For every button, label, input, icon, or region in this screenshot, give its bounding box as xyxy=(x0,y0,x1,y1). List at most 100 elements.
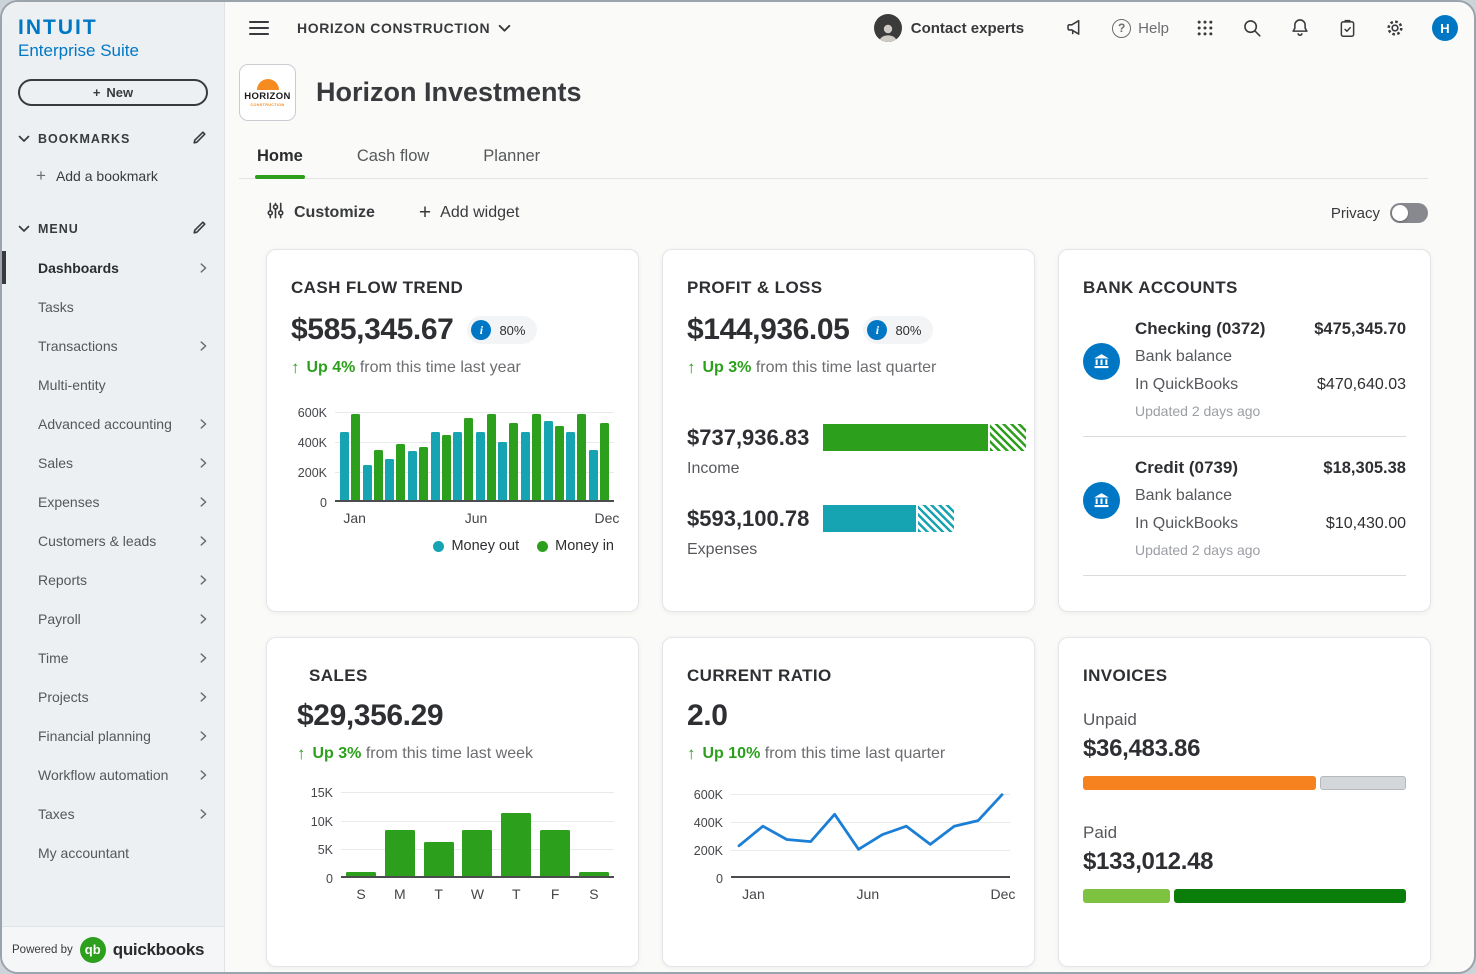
sidebar-item-reports[interactable]: Reports xyxy=(2,560,224,599)
sidebar-item-time[interactable]: Time xyxy=(2,638,224,677)
income-label: Income xyxy=(687,460,1010,478)
bar-money-in xyxy=(419,447,428,503)
sidebar-item-label: Reports xyxy=(38,572,87,588)
y-tick-label: 600K xyxy=(298,406,327,420)
tab-home[interactable]: Home xyxy=(255,141,305,178)
expenses-amount: $593,100.78 xyxy=(687,506,823,532)
sidebar-item-customers-leads[interactable]: Customers & leads xyxy=(2,521,224,560)
bar-money-out xyxy=(431,432,440,503)
bar-money-out xyxy=(544,421,553,502)
hamburger-menu-icon[interactable] xyxy=(249,21,269,35)
y-tick-label: 15K xyxy=(311,786,333,800)
page-header: HORIZON CONSTRUCTION Horizon Investments… xyxy=(225,54,1474,179)
sidebar-item-label: Time xyxy=(38,650,69,666)
cash-flow-trend-card: CASH FLOW TREND $585,345.67 i 80% ↑ Up 4… xyxy=(266,249,639,612)
quickbooks-icon: qb xyxy=(80,937,106,963)
search-icon[interactable] xyxy=(1241,17,1263,39)
chevron-right-icon xyxy=(196,690,210,704)
chevron-right-icon xyxy=(196,729,210,743)
quickbooks-wordmark: quickbooks xyxy=(113,940,204,960)
apps-grid-icon[interactable] xyxy=(1195,18,1215,38)
bar-money-out xyxy=(340,432,349,503)
sidebar-item-label: Sales xyxy=(38,455,73,471)
bar-group-jul xyxy=(476,414,496,503)
sidebar-item-my-accountant[interactable]: My accountant xyxy=(2,833,224,872)
bar-group-oct xyxy=(544,421,564,502)
cash-flow-chart: 0200K400K600K xyxy=(291,412,614,502)
bar-group-dec xyxy=(589,423,609,503)
sidebar-item-workflow-automation[interactable]: Workflow automation xyxy=(2,755,224,794)
health-badge[interactable]: i 80% xyxy=(863,316,933,344)
bank-icon xyxy=(1083,482,1120,519)
plus-icon: + xyxy=(36,166,46,186)
health-badge[interactable]: i 80% xyxy=(467,316,537,344)
bar-group-sep xyxy=(521,414,541,503)
sidebar-item-advanced-accounting[interactable]: Advanced accounting xyxy=(2,404,224,443)
sidebar-item-dashboards[interactable]: Dashboards xyxy=(2,248,224,287)
bar-group-feb xyxy=(363,450,383,503)
contact-experts-button[interactable]: Contact experts xyxy=(874,14,1024,42)
sidebar-item-financial-planning[interactable]: Financial planning xyxy=(2,716,224,755)
sidebar-item-projects[interactable]: Projects xyxy=(2,677,224,716)
edit-pencil-icon[interactable] xyxy=(191,219,208,239)
sidebar-item-label: My accountant xyxy=(38,845,129,861)
sidebar-item-taxes[interactable]: Taxes xyxy=(2,794,224,833)
plus-icon: + xyxy=(419,201,431,225)
chevron-right-icon xyxy=(196,495,210,509)
new-button[interactable]: + New xyxy=(18,79,208,106)
info-icon: i xyxy=(867,320,887,340)
announcements-megaphone-icon[interactable] xyxy=(1064,17,1086,39)
tab-planner[interactable]: Planner xyxy=(481,141,542,178)
privacy-toggle[interactable] xyxy=(1390,203,1428,223)
expenses-label: Expenses xyxy=(687,541,1010,559)
add-bookmark-button[interactable]: + Add a bookmark xyxy=(2,156,224,196)
bar-group-jun xyxy=(453,418,473,502)
sidebar-item-label: Projects xyxy=(38,689,89,705)
user-avatar[interactable]: H xyxy=(1432,15,1458,41)
profit-loss-card: PROFIT & LOSS $144,936.05 i 80% ↑ Up 3% … xyxy=(662,249,1035,612)
bank-accounts-card: BANK ACCOUNTS Checking (0372) $475,345.7… xyxy=(1058,249,1431,612)
widgets-grid: CASH FLOW TREND $585,345.67 i 80% ↑ Up 4… xyxy=(225,225,1474,967)
settings-gear-icon[interactable] xyxy=(1384,17,1406,39)
chart-legend: Money outMoney in xyxy=(291,538,614,554)
chevron-down-icon xyxy=(18,132,30,146)
bar-money-in xyxy=(509,423,518,503)
help-button[interactable]: ? Help xyxy=(1112,19,1169,38)
sidebar-item-label: Tasks xyxy=(38,299,74,315)
tab-cash-flow[interactable]: Cash flow xyxy=(355,141,431,178)
sales-amount: $29,356.29 xyxy=(297,699,443,733)
legend-money-out: Money out xyxy=(433,538,519,554)
sidebar-item-label: Dashboards xyxy=(38,260,119,276)
menu-header[interactable]: MENU xyxy=(2,212,224,246)
y-tick-label: 400K xyxy=(694,816,723,830)
sidebar-item-multi-entity[interactable]: Multi-entity xyxy=(2,365,224,404)
sidebar-item-transactions[interactable]: Transactions xyxy=(2,326,224,365)
main-area: HORIZON CONSTRUCTION Contact experts ? H… xyxy=(225,2,1474,972)
customize-button[interactable]: Customize xyxy=(266,201,375,225)
bank-account-row[interactable]: Credit (0739) $18,305.38 Bank balance In… xyxy=(1083,437,1406,576)
chevron-right-icon xyxy=(196,768,210,782)
bank-account-row[interactable]: Checking (0372) $475,345.70 Bank balance… xyxy=(1083,298,1406,437)
bar-money-in xyxy=(577,414,586,503)
bookmarks-header[interactable]: BOOKMARKS xyxy=(2,122,224,156)
company-switcher[interactable]: HORIZON CONSTRUCTION xyxy=(297,20,511,36)
card-title: BANK ACCOUNTS xyxy=(1083,278,1406,298)
bar-t-4 xyxy=(501,813,531,878)
chevron-right-icon xyxy=(196,807,210,821)
unpaid-progress-bar xyxy=(1083,776,1406,790)
sidebar-item-sales[interactable]: Sales xyxy=(2,443,224,482)
tasks-clipboard-icon[interactable] xyxy=(1337,18,1358,39)
add-widget-button[interactable]: + Add widget xyxy=(419,201,519,225)
sidebar-item-tasks[interactable]: Tasks xyxy=(2,287,224,326)
sidebar-item-label: Advanced accounting xyxy=(38,416,172,432)
bar-group-may xyxy=(431,432,451,503)
bar-money-in xyxy=(374,450,383,503)
current-ratio-value: 2.0 xyxy=(687,699,728,733)
up-arrow-icon: ↑ xyxy=(687,744,696,764)
profit-loss-amount: $144,936.05 xyxy=(687,313,849,347)
edit-pencil-icon[interactable] xyxy=(191,129,208,149)
sidebar-item-expenses[interactable]: Expenses xyxy=(2,482,224,521)
sidebar-item-payroll[interactable]: Payroll xyxy=(2,599,224,638)
notifications-bell-icon[interactable] xyxy=(1289,17,1311,39)
chevron-right-icon xyxy=(196,534,210,548)
